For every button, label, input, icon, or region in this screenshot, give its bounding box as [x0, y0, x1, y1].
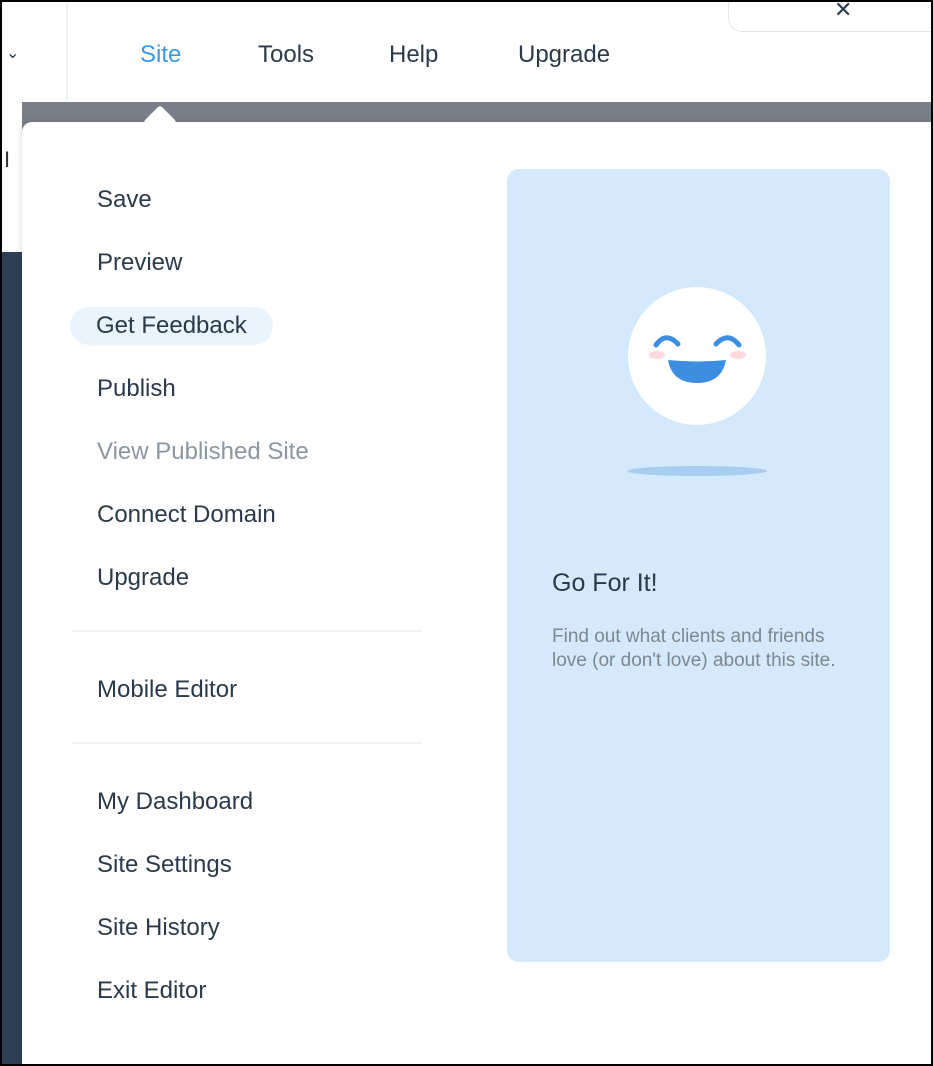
menu-item-upgrade[interactable]: Upgrade: [97, 563, 189, 593]
canvas-edge-top: [2, 102, 22, 252]
close-pill: ✕: [728, 2, 931, 32]
top-menu-bar: ⌄ Site Tools Help Upgrade ✕: [2, 2, 931, 102]
menu-item-preview[interactable]: Preview: [97, 248, 182, 278]
menu-item-exit-editor[interactable]: Exit Editor: [97, 976, 206, 1006]
feature-card: Go For It! Find out what clients and fri…: [507, 169, 890, 962]
menu-item-publish[interactable]: Publish: [97, 374, 176, 404]
menu-item-save[interactable]: Save: [97, 185, 152, 215]
illustration-shadow: [627, 466, 767, 476]
smiley-face-icon: [628, 287, 766, 425]
divider: [66, 2, 68, 102]
menu-site[interactable]: Site: [140, 40, 181, 70]
chevron-down-icon[interactable]: ⌄: [6, 2, 68, 102]
editor-window: ⌄ Site Tools Help Upgrade ✕ I Save Previ…: [0, 0, 933, 1066]
card-title: Go For It!: [552, 569, 658, 597]
menu-help[interactable]: Help: [389, 40, 438, 70]
menu-item-mobile-editor[interactable]: Mobile Editor: [97, 675, 237, 705]
card-description: Find out what clients and friends love (…: [552, 626, 836, 671]
menu-item-view-published-site[interactable]: View Published Site: [97, 437, 309, 467]
menu-divider: [72, 630, 422, 632]
menu-item-my-dashboard[interactable]: My Dashboard: [97, 787, 253, 817]
site-menu-dropdown: Save Preview Get Feedback Publish View P…: [22, 105, 931, 1064]
menu-tools[interactable]: Tools: [258, 40, 314, 70]
cursor-icon: I: [4, 147, 11, 172]
menu-item-connect-domain[interactable]: Connect Domain: [97, 500, 276, 530]
menu-item-get-feedback[interactable]: Get Feedback: [70, 307, 273, 345]
close-icon[interactable]: ✕: [834, 2, 852, 21]
menu-item-site-history[interactable]: Site History: [97, 913, 220, 943]
menu-item-site-settings[interactable]: Site Settings: [97, 850, 232, 880]
menu-divider: [72, 742, 422, 744]
menu-upgrade[interactable]: Upgrade: [518, 40, 610, 70]
